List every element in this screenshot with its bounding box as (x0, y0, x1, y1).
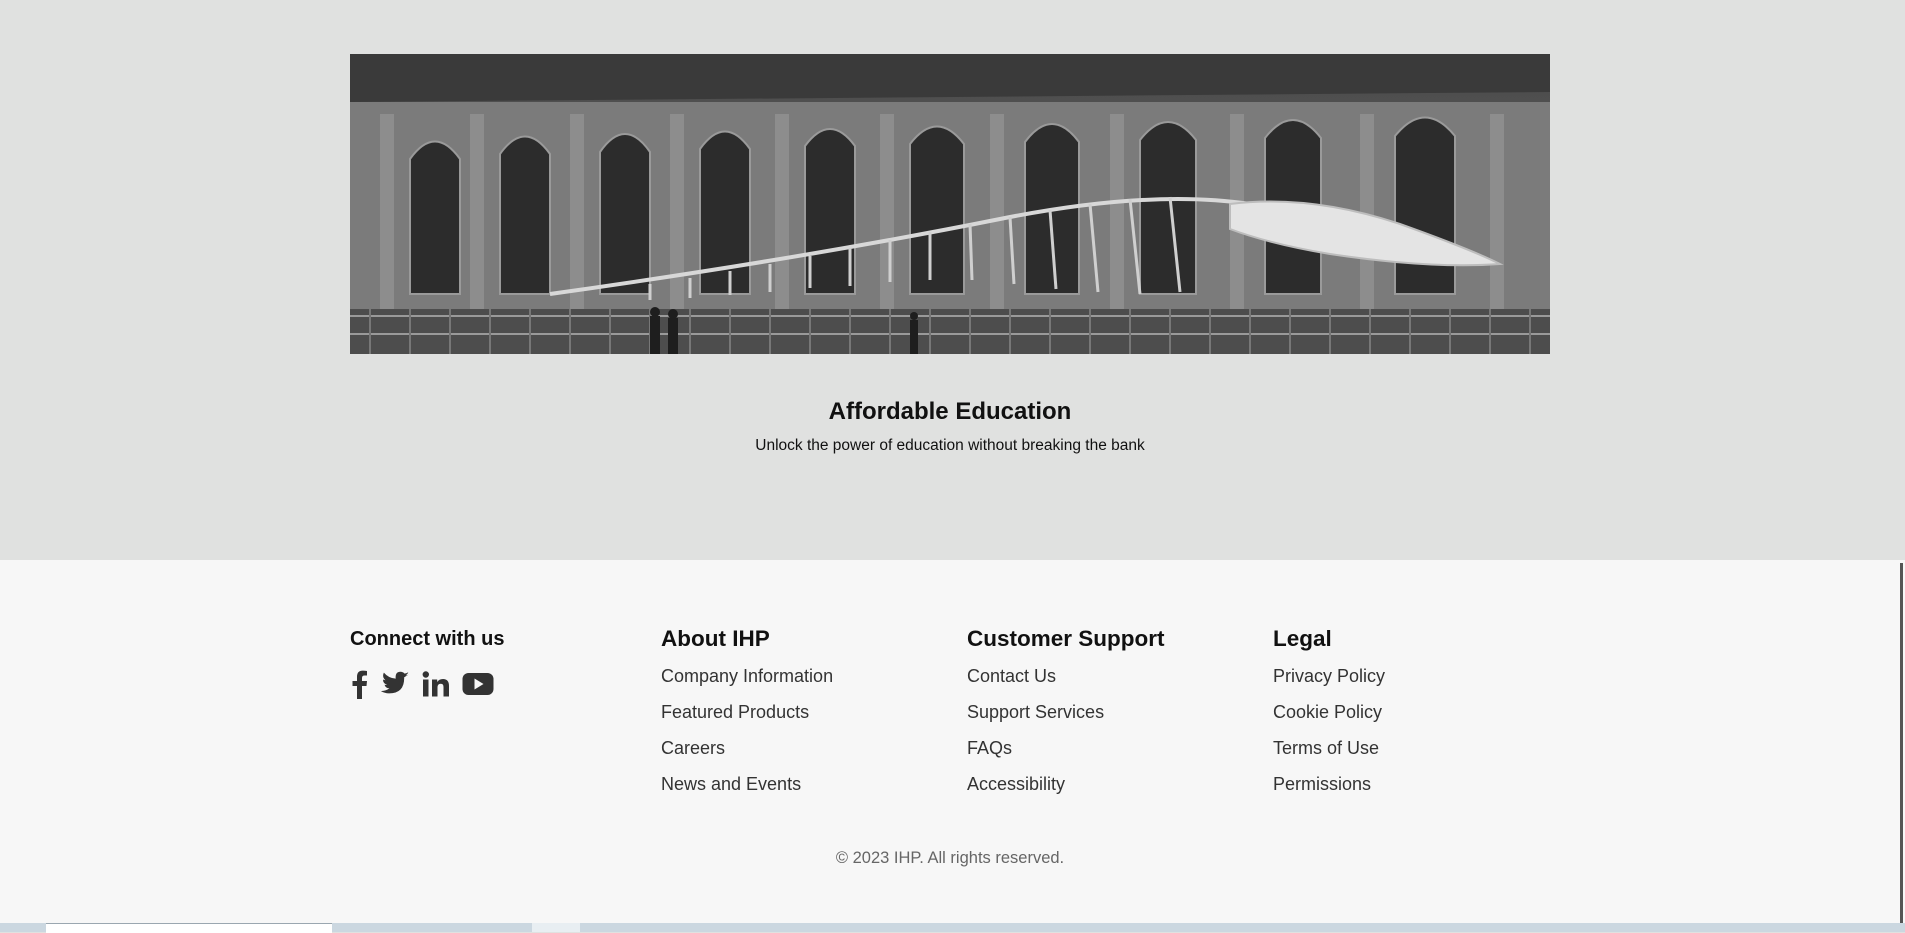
social-links (350, 669, 504, 704)
youtube-icon[interactable] (462, 672, 494, 701)
facebook-icon[interactable] (350, 669, 368, 704)
hero-image (350, 54, 1550, 354)
footer-link-news-and-events[interactable]: News and Events (661, 774, 833, 810)
about-column: About IHP Company Information Featured P… (661, 626, 833, 810)
footer-link-faqs[interactable]: FAQs (967, 738, 1165, 774)
hero-subtitle: Unlock the power of education without br… (755, 436, 1145, 454)
footer-link-cookie-policy[interactable]: Cookie Policy (1273, 702, 1385, 738)
linkedin-icon[interactable] (422, 671, 450, 702)
support-column: Customer Support Contact Us Support Serv… (967, 626, 1165, 810)
connect-column: Connect with us (350, 628, 504, 704)
footer-link-support-services[interactable]: Support Services (967, 702, 1165, 738)
taskbar-app-button[interactable] (532, 923, 580, 932)
footer-link-careers[interactable]: Careers (661, 738, 833, 774)
footer-link-contact-us[interactable]: Contact Us (967, 666, 1165, 702)
scrollbar[interactable] (1900, 563, 1903, 923)
footer-link-terms-of-use[interactable]: Terms of Use (1273, 738, 1385, 774)
support-heading: Customer Support (967, 626, 1165, 651)
twitter-icon[interactable] (380, 671, 410, 702)
footer-link-permissions[interactable]: Permissions (1273, 774, 1385, 810)
footer-link-featured-products[interactable]: Featured Products (661, 702, 833, 738)
footer-link-company-information[interactable]: Company Information (661, 666, 833, 702)
whale-skeleton-image (350, 54, 1550, 354)
footer-link-privacy-policy[interactable]: Privacy Policy (1273, 666, 1385, 702)
hero-section: Affordable Education Unlock the power of… (0, 0, 1905, 560)
about-heading: About IHP (661, 626, 770, 651)
site-footer: Connect with us About IHP Company Inform… (0, 560, 1905, 923)
legal-heading: Legal (1273, 626, 1332, 651)
connect-title: Connect with us (350, 628, 505, 650)
legal-column: Legal Privacy Policy Cookie Policy Terms… (1273, 626, 1385, 810)
footer-link-accessibility[interactable]: Accessibility (967, 774, 1165, 810)
hero-title: Affordable Education (828, 397, 1072, 425)
copyright-text: © 2023 IHP. All rights reserved. (835, 849, 1065, 867)
taskbar (0, 923, 1905, 933)
